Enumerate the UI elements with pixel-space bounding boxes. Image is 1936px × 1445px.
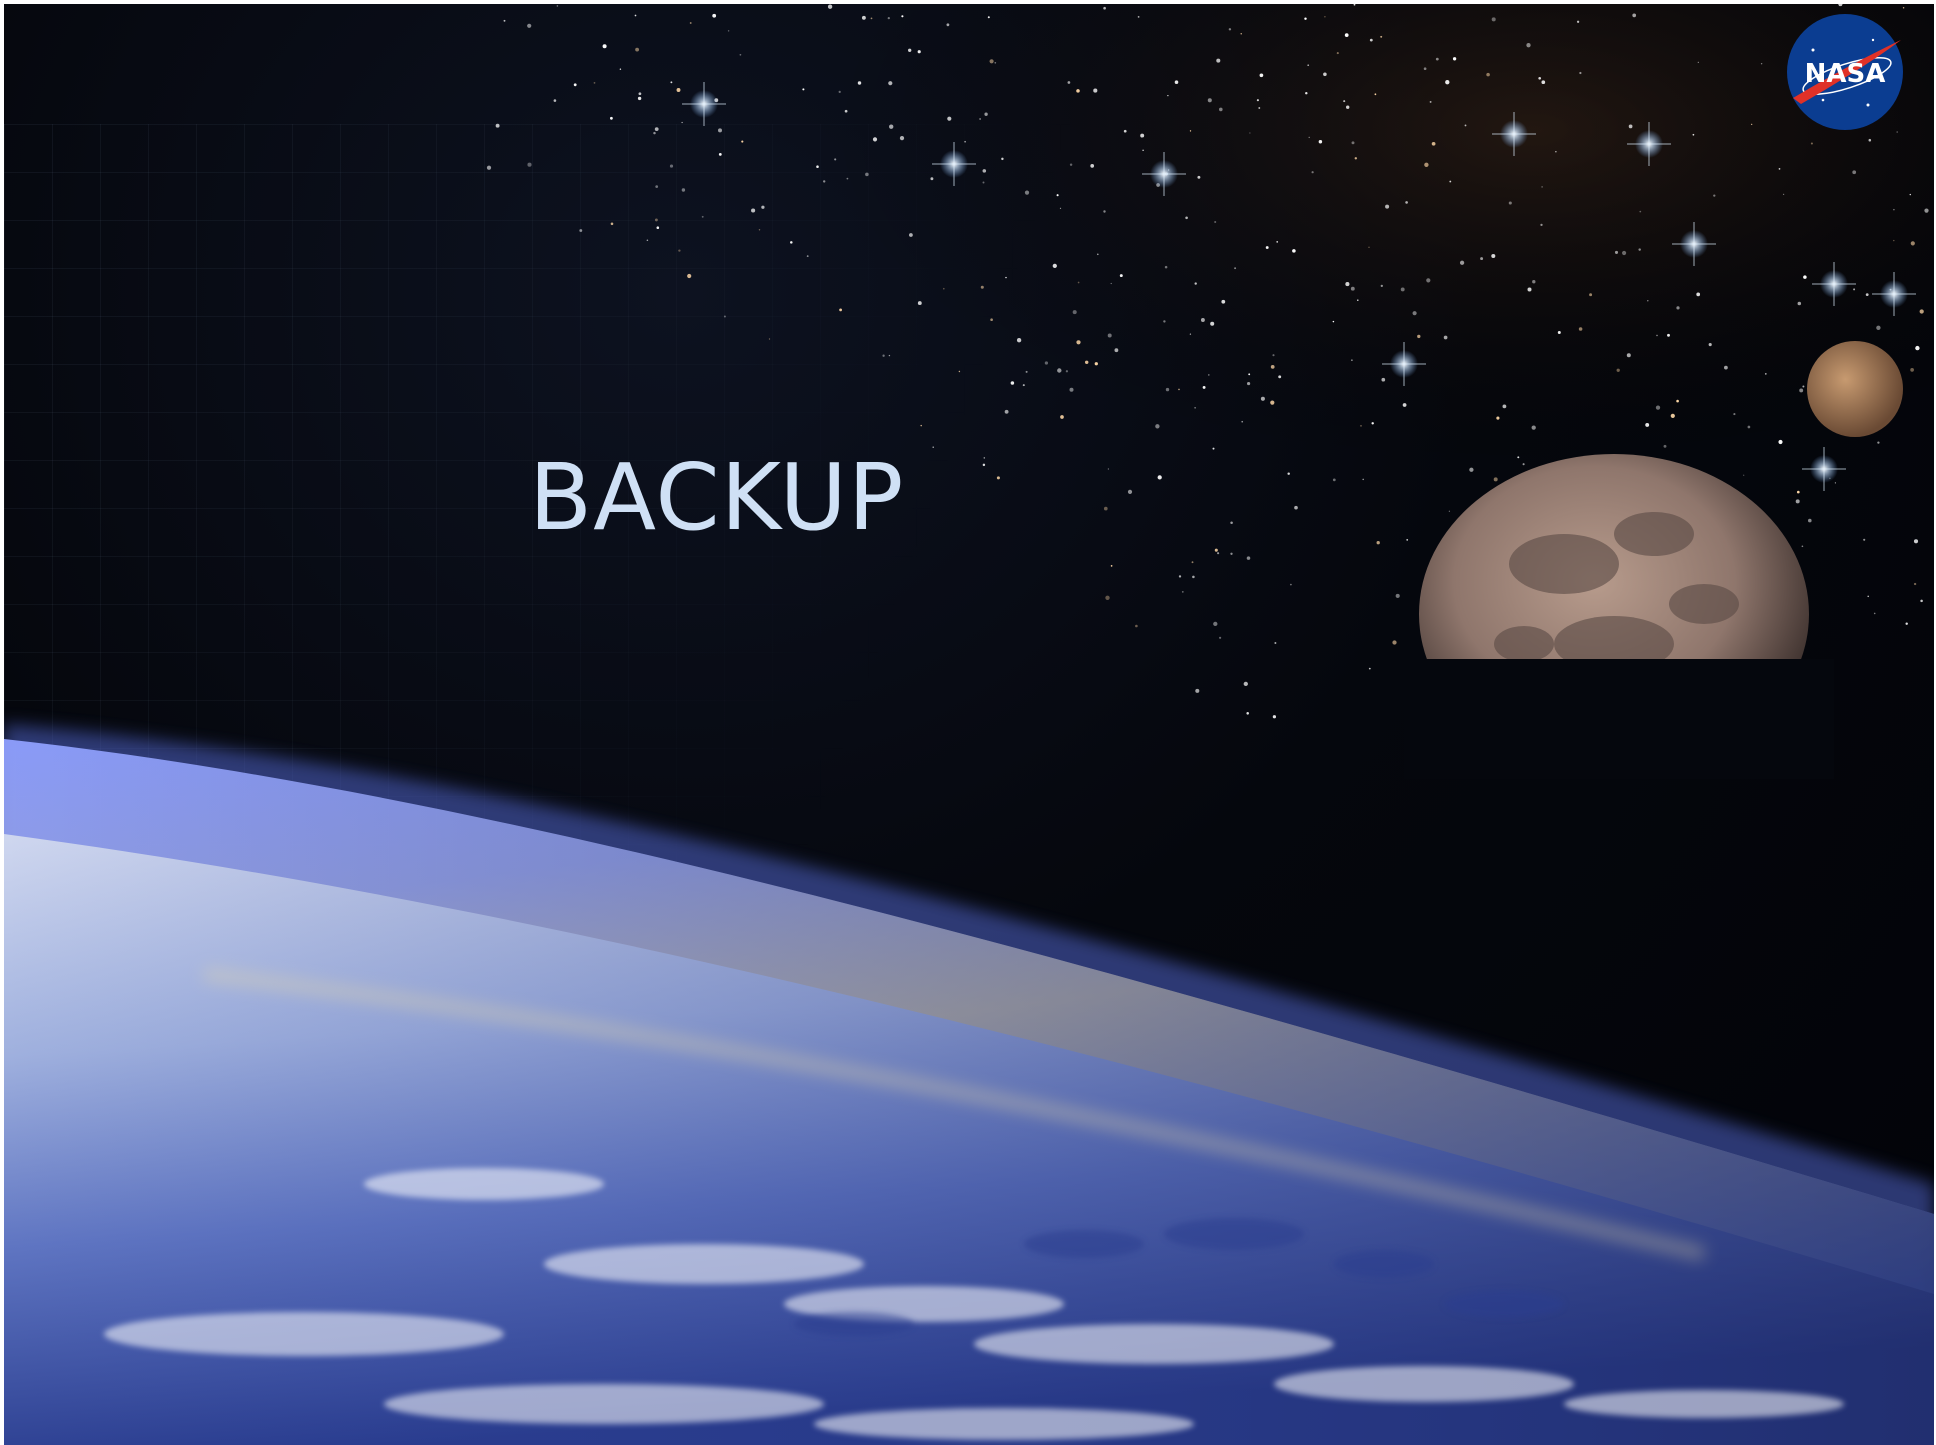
nasa-logo-text: NASA	[1805, 59, 1886, 89]
slide: BACKUP NASA	[4, 4, 1934, 1445]
nasa-logo-icon: NASA	[1787, 14, 1903, 130]
planet-icon	[1807, 341, 1903, 437]
slide-title: BACKUP	[529, 444, 905, 551]
earth-icon	[4, 341, 1934, 1445]
moon-icon	[1404, 454, 1834, 779]
